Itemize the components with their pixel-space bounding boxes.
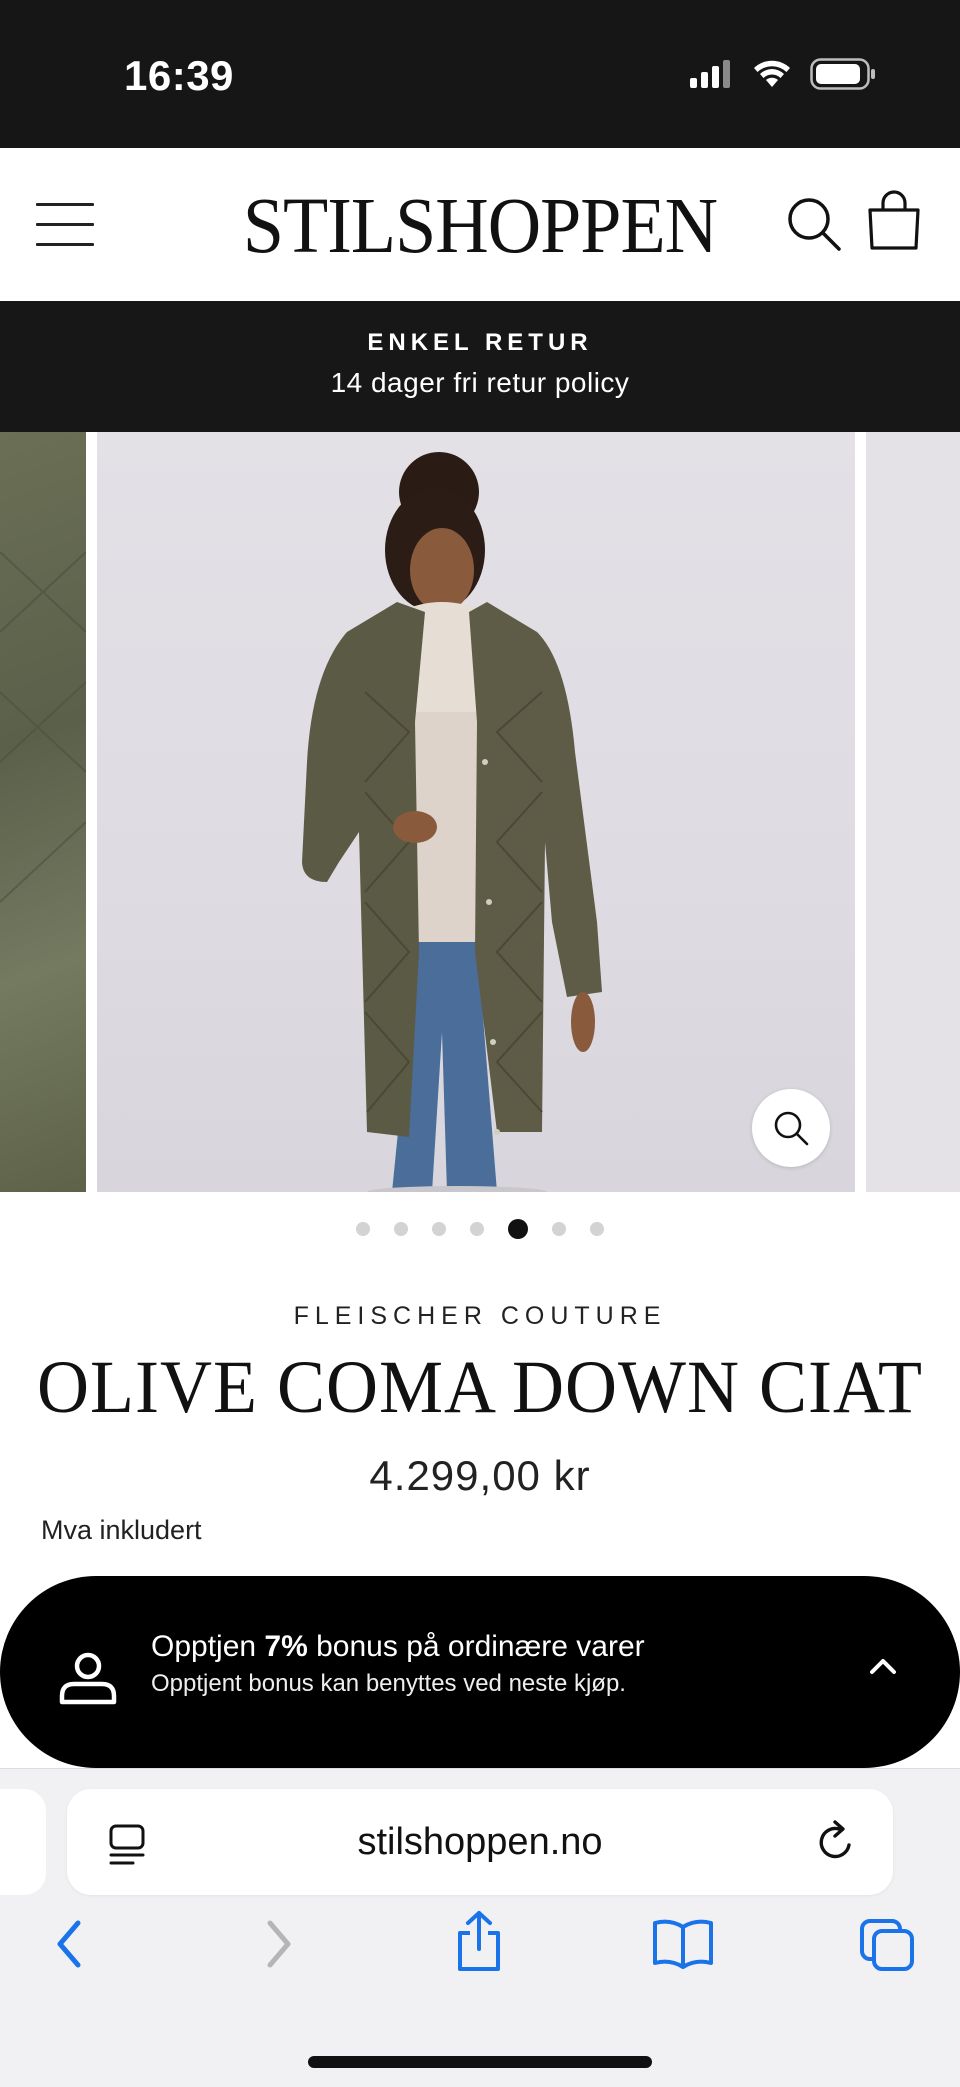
- bonus-percent: 7%: [264, 1630, 308, 1663]
- zoom-icon: [774, 1111, 809, 1146]
- pagination-dot[interactable]: [432, 1222, 446, 1236]
- battery-icon: [810, 58, 875, 90]
- pagination-dot[interactable]: [552, 1222, 566, 1236]
- pagination-dot[interactable]: [394, 1222, 408, 1236]
- zoom-button[interactable]: [752, 1089, 830, 1167]
- shopping-bag-icon[interactable]: [866, 190, 922, 250]
- signal-icon: [690, 60, 730, 88]
- back-icon[interactable]: [52, 1917, 86, 1971]
- bonus-subtext: Opptjent bonus kan benyttes ved neste kj…: [151, 1670, 626, 1697]
- vat-note: Mva inkludert: [41, 1515, 202, 1545]
- quilt-pattern: [0, 551, 87, 903]
- model-in-coat-image: [302, 452, 602, 1192]
- product-gallery[interactable]: [0, 432, 960, 1192]
- pagination-dot-active[interactable]: [508, 1219, 528, 1239]
- tabs-icon[interactable]: [858, 1917, 916, 1973]
- pagination-dot[interactable]: [356, 1222, 370, 1236]
- forward-icon[interactable]: [262, 1917, 296, 1971]
- site-header: STILSHOPPEN: [0, 148, 960, 301]
- status-icons: [690, 58, 876, 90]
- announcement-subtitle: 14 dager fri retur policy: [330, 367, 630, 398]
- announcement-title: ENKEL RETUR: [367, 329, 593, 356]
- status-time: 16:39: [124, 52, 234, 99]
- previous-slide[interactable]: [0, 432, 87, 1192]
- gallery-pagination: [0, 1219, 960, 1239]
- next-slide[interactable]: [866, 432, 960, 1192]
- chevron-up-icon[interactable]: [868, 1656, 898, 1676]
- address-bar[interactable]: stilshoppen.no: [67, 1789, 893, 1895]
- product-image[interactable]: [97, 432, 855, 1192]
- wifi-icon: [754, 60, 790, 87]
- product-brand[interactable]: FLEISCHER COUTURE: [0, 1302, 960, 1331]
- url-text[interactable]: stilshoppen.no: [67, 1821, 893, 1864]
- product-price: 4.299,00 kr: [369, 1452, 591, 1499]
- bonus-headline: Opptjen 7% bonus på ordinære varer: [151, 1630, 645, 1663]
- bookmarks-icon[interactable]: [652, 1917, 714, 1969]
- browser-nav: [0, 1911, 960, 1997]
- status-bar: 16:39: [0, 0, 960, 148]
- reload-icon[interactable]: [815, 1819, 859, 1865]
- user-icon: [59, 1652, 117, 1705]
- announcement-bar[interactable]: ENKEL RETUR 14 dager fri retur policy: [0, 301, 960, 432]
- pagination-dot[interactable]: [470, 1222, 484, 1236]
- share-icon[interactable]: [452, 1909, 506, 1973]
- adjacent-tab[interactable]: [0, 1789, 46, 1895]
- pagination-dot[interactable]: [590, 1222, 604, 1236]
- bonus-banner[interactable]: Opptjen 7% bonus på ordinære varer Opptj…: [0, 1576, 960, 1768]
- browser-toolbar: stilshoppen.no: [0, 1768, 960, 2087]
- search-icon[interactable]: [786, 196, 842, 252]
- home-indicator[interactable]: [308, 2056, 652, 2068]
- product-title: OLIVE COMA DOWN CIAT: [37, 1344, 923, 1429]
